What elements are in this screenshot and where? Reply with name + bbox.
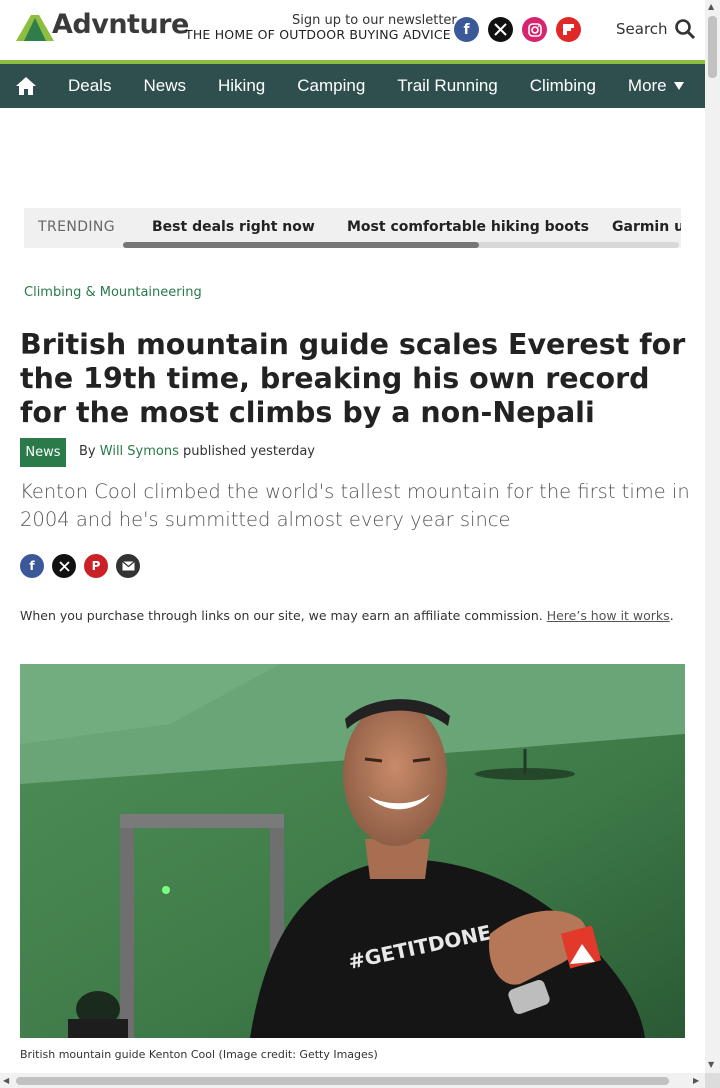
facebook-icon[interactable]: f [20, 554, 44, 578]
nav-item-deals[interactable]: Deals [52, 64, 127, 108]
site-logo[interactable]: Advnture [16, 8, 189, 41]
mountain-logo-icon [16, 8, 54, 41]
nav-item-trail-running[interactable]: Trail Running [381, 64, 513, 108]
flipboard-icon[interactable] [556, 17, 581, 42]
article-standfirst: Kenton Cool climbed the world's tallest … [20, 480, 690, 531]
news-badge: News [20, 438, 66, 467]
pinterest-icon[interactable]: P [84, 554, 108, 578]
caption-text: British mountain guide Kenton Cool [20, 1048, 216, 1061]
scrollbar-corner [705, 1073, 720, 1088]
hero-image: #GETITDONE [20, 664, 685, 1038]
article-title: British mountain guide scales Everest fo… [20, 328, 686, 429]
published-date: published yesterday [183, 444, 315, 459]
search-label: Search [616, 20, 668, 38]
affiliate-period: . [669, 608, 674, 623]
nav-item-more[interactable]: More [612, 64, 701, 108]
search-icon [674, 19, 695, 40]
affiliate-text: When you purchase through links on our s… [20, 608, 543, 623]
caret-down-icon [673, 82, 684, 90]
trending-scrollbar[interactable] [123, 242, 679, 248]
trending-label: TRENDING [38, 219, 116, 235]
site-header: Advnture Sign up to our newsletter THE H… [0, 0, 705, 60]
affiliate-link[interactable]: Here’s how it works [547, 608, 670, 623]
scroll-up-icon[interactable]: ▲ [708, 2, 714, 11]
image-credit: (Image credit: Getty Images) [218, 1048, 378, 1061]
horizontal-scrollbar[interactable]: ◀ ▶ [0, 1073, 705, 1088]
x-icon[interactable] [488, 17, 513, 42]
breadcrumb[interactable]: Climbing & Mountaineering [24, 285, 202, 300]
x-icon[interactable] [52, 554, 76, 578]
author-link[interactable]: Will Symons [100, 444, 179, 459]
trending-item[interactable]: Best deals right now [152, 219, 315, 235]
email-icon[interactable] [116, 554, 140, 578]
nav-item-camping[interactable]: Camping [281, 64, 381, 108]
nav-item-climbing[interactable]: Climbing [514, 64, 612, 108]
main-nav: Deals News Hiking Camping Trail Running … [0, 64, 705, 108]
affiliate-disclosure: When you purchase through links on our s… [20, 608, 674, 623]
instagram-icon[interactable] [522, 17, 547, 42]
facebook-icon[interactable]: f [454, 17, 479, 42]
scroll-right-icon[interactable]: ▶ [693, 1076, 699, 1085]
nav-more-label: More [627, 76, 667, 95]
nav-item-hiking[interactable]: Hiking [202, 64, 281, 108]
trending-scroll-thumb[interactable] [123, 242, 479, 248]
horizontal-scroll-thumb[interactable] [16, 1077, 669, 1085]
search-button[interactable]: Search [616, 18, 696, 40]
byline-by: By [79, 444, 96, 459]
trending-item[interactable]: Garmin up [612, 219, 681, 235]
trending-item[interactable]: Most comfortable hiking boots [347, 219, 589, 235]
byline: By Will Symons published yesterday [79, 444, 315, 459]
scroll-left-icon[interactable]: ◀ [3, 1076, 9, 1085]
logo-text: Advnture [52, 9, 189, 40]
vertical-scroll-thumb[interactable] [708, 16, 717, 78]
site-tagline: THE HOME OF OUTDOOR BUYING ADVICE [185, 27, 451, 42]
scroll-down-icon[interactable]: ▼ [708, 1060, 714, 1069]
nav-item-news[interactable]: News [127, 64, 202, 108]
image-caption: British mountain guide Kenton Cool (Imag… [20, 1048, 378, 1061]
newsletter-link[interactable]: Sign up to our newsletter [292, 13, 457, 28]
home-icon[interactable] [0, 64, 52, 108]
vertical-scrollbar[interactable]: ▲ ▼ [705, 0, 720, 1073]
